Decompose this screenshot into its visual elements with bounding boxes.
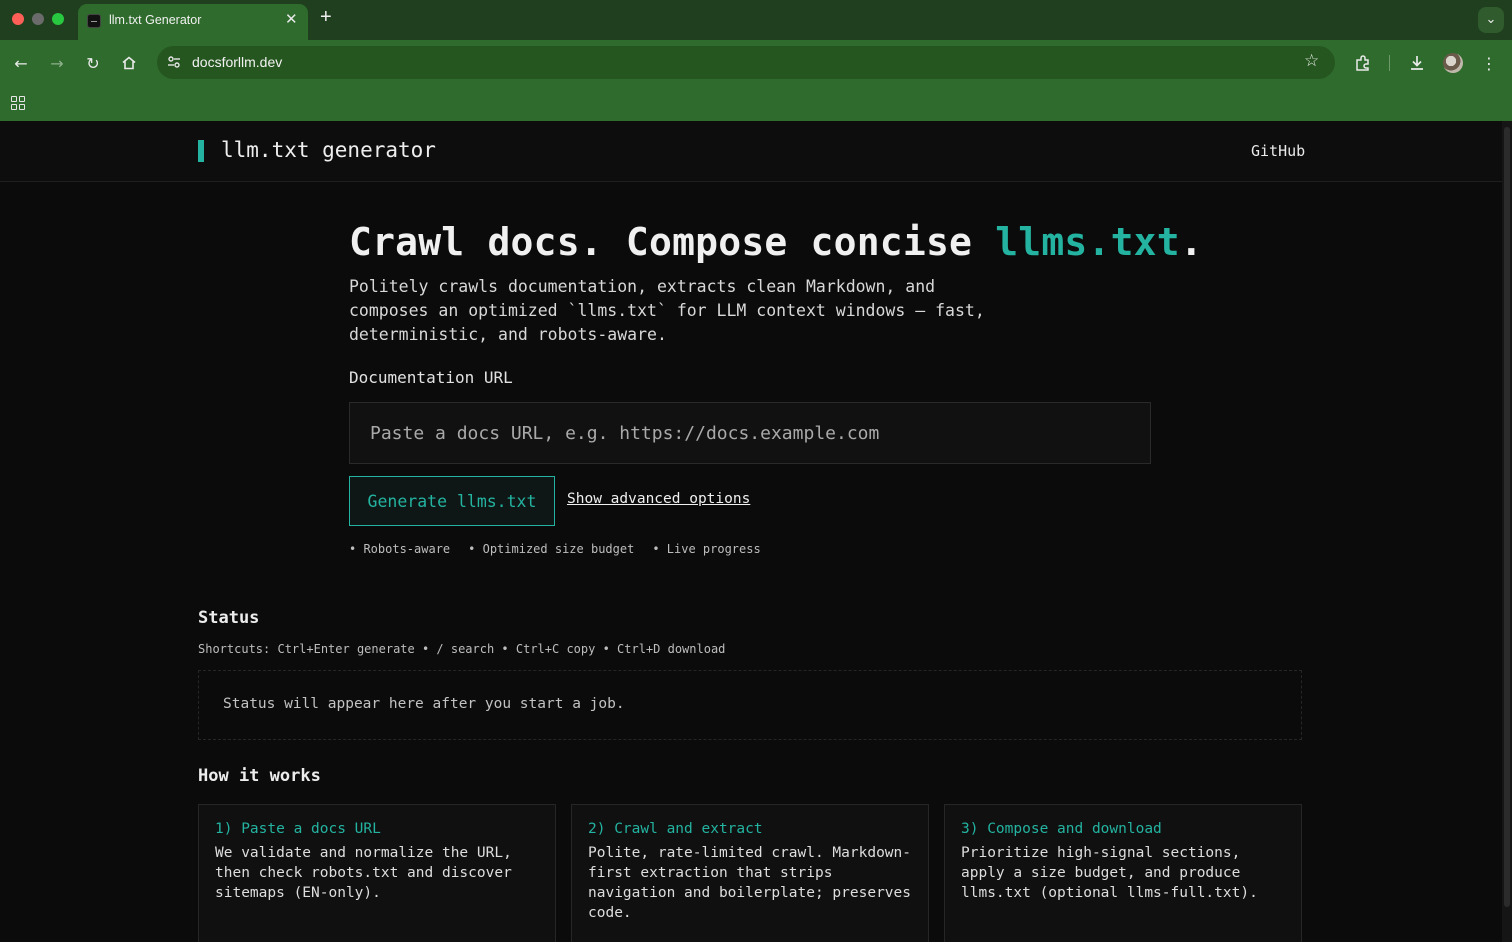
shortcuts-hint: Shortcuts: Ctrl+Enter generate • / searc… [198,642,726,656]
generate-button[interactable]: Generate llms.txt [349,476,555,526]
feature-item: • Live progress [652,542,761,556]
new-tab-icon[interactable]: + [320,6,332,29]
hero-title-accent: llms.txt [995,220,1180,264]
step-title: 3) Compose and download [961,821,1162,837]
status-panel: Status will appear here after you start … [198,670,1302,740]
browser-tab[interactable]: llm.txt Generator ✕ [78,4,308,40]
download-icon[interactable] [1406,52,1428,74]
hero-subtitle: Politely crawls documentation, extracts … [349,277,985,344]
tab-strip: llm.txt Generator ✕ + ⌄ [0,0,1512,40]
address-bar[interactable]: docsforllm.dev ☆ [157,46,1335,79]
step-card: 1) Paste a docs URL We validate and norm… [198,804,556,942]
profile-avatar[interactable] [1443,53,1463,73]
favicon-icon [87,14,101,28]
tab-title: llm.txt Generator [109,13,202,27]
github-link[interactable]: GitHub [1251,142,1305,160]
feature-item: • Optimized size budget [468,542,635,556]
hero-title: Crawl docs. Compose concise llms.txt. [349,220,1203,264]
docs-url-input[interactable] [349,402,1151,464]
site-info-icon[interactable] [166,54,182,70]
forward-icon[interactable]: → [46,52,68,74]
step-card: 2) Crawl and extract Polite, rate-limite… [571,804,929,942]
feature-item: • Robots-aware [349,542,451,556]
extensions-icon[interactable] [1352,52,1374,74]
status-placeholder: Status will appear here after you start … [223,696,625,712]
page-scrollbar[interactable] [1502,121,1512,942]
how-it-works-heading: How it works [198,766,321,786]
home-icon[interactable] [118,52,140,74]
minimize-window-button[interactable] [32,13,44,25]
hero-title-main: Crawl docs. Compose concise [349,220,996,264]
brand-accent-bar [198,140,204,162]
address-url[interactable]: docsforllm.dev [192,54,282,70]
browser-chrome: llm.txt Generator ✕ + ⌄ ← → ↻ docsforllm… [0,0,1512,121]
step-title: 2) Crawl and extract [588,821,763,837]
tab-search-icon[interactable]: ⌄ [1478,7,1504,33]
page-content: llm.txt generator GitHub Crawl docs. Com… [0,121,1502,942]
close-tab-icon[interactable]: ✕ [285,10,298,28]
close-window-button[interactable] [12,13,24,25]
step-body: We validate and normalize the URL, then … [215,845,512,901]
maximize-window-button[interactable] [52,13,64,25]
back-icon[interactable]: ← [10,52,32,74]
apps-grid-icon[interactable] [11,96,25,110]
feature-list: • Robots-aware • Optimized size budget •… [349,542,761,556]
step-card: 3) Compose and download Prioritize high-… [944,804,1302,942]
advanced-options-link[interactable]: Show advanced options [567,491,750,507]
bookmark-star-icon[interactable]: ☆ [1304,51,1319,71]
hero-title-end: . [1179,220,1203,264]
brand-title[interactable]: llm.txt generator [221,138,436,162]
toolbar-divider [1389,55,1390,71]
menu-kebab-icon[interactable]: ⋮ [1478,52,1500,74]
scrollbar-thumb[interactable] [1504,127,1510,907]
url-field-label: Documentation URL [349,368,513,387]
reload-icon[interactable]: ↻ [82,52,104,74]
step-title: 1) Paste a docs URL [215,821,381,837]
site-header: llm.txt generator GitHub [0,121,1502,182]
step-body: Polite, rate-limited crawl. Markdown-fir… [588,845,912,921]
step-body: Prioritize high-signal sections, apply a… [961,845,1258,901]
status-heading: Status [198,608,260,628]
